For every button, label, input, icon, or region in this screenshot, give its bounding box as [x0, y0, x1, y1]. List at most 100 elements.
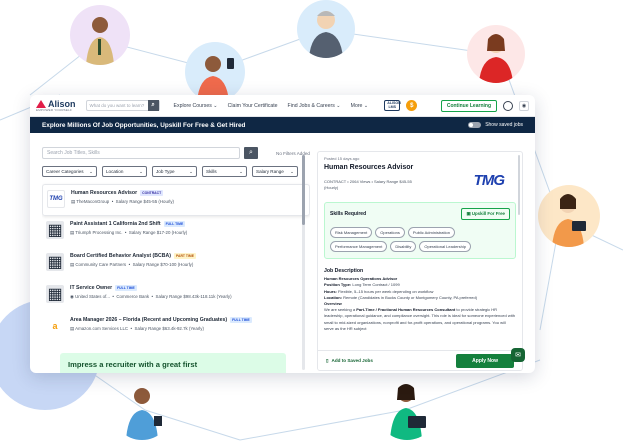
building-icon: ▦: [46, 285, 64, 303]
coin-icon[interactable]: $: [406, 100, 418, 111]
filter-label: Career Categories: [46, 169, 84, 174]
job-card-selected[interactable]: TMG Human Resources Advisor CONTRACT ▤ Th…: [42, 184, 310, 216]
filter-career-categories[interactable]: Career Categories ⌄: [42, 166, 97, 177]
continue-learning-button[interactable]: Continue Learning: [440, 99, 497, 112]
building-icon: ▦: [46, 253, 64, 271]
job-title: Board Certified Behavior Analyst (BCBA): [70, 253, 171, 259]
jd-overview-bold: Part-Time / Fractional Human Resources C…: [356, 307, 456, 313]
job-salary: Salary Range $45-55 (Hourly): [115, 199, 174, 204]
posted-date: Posted 15 days ago: [324, 156, 360, 161]
menu-claim-certificate[interactable]: Claim Your Certificate: [228, 103, 278, 109]
job-type-badge: FULL TIME: [115, 285, 137, 291]
filter-skills[interactable]: Skills ⌄: [202, 166, 247, 177]
jd-position-label: Position Type:: [324, 282, 352, 288]
building-icon: ▦: [46, 221, 64, 239]
job-salary: Salary Range $17-20 (Hourly): [128, 230, 188, 235]
tmg-logo-text: TMG: [473, 172, 505, 189]
alison-lms-button[interactable]: ALISON LMS: [384, 99, 401, 112]
apply-now-button[interactable]: Apply Now: [456, 353, 514, 368]
chat-icon[interactable]: ✉: [511, 348, 525, 362]
job-detail-panel: Posted 15 days ago Human Resources Advis…: [317, 151, 523, 371]
job-meta: ▤ Community Care Partners • Salary Range…: [70, 262, 194, 267]
job-company: Amazon.com Services LLC: [75, 326, 129, 331]
job-description: Job Description Human Resources Operatio…: [324, 268, 516, 332]
upskill-button[interactable]: ▣ Upskill For Free: [461, 208, 510, 221]
chevron-down-icon: ⌄: [189, 168, 193, 174]
skill-chip[interactable]: Operations: [375, 227, 405, 239]
search-icon[interactable]: ⌕: [147, 100, 159, 111]
recruiter-promo-banner[interactable]: Impress a recruiter with a great first: [60, 353, 286, 373]
jd-hours: Flexible, 5–15 hours per week depending …: [338, 288, 434, 294]
job-type-badge: CONTRACT: [140, 190, 164, 196]
job-title: Area Manager 2026 – Florida (Recent and …: [70, 317, 228, 323]
detail-job-title: Human Resources Advisor: [324, 164, 414, 171]
job-card[interactable]: ▦ IT Service Owner FULL TIME ◉ United Sta…: [42, 280, 310, 312]
bookmark-icon: ▯: [326, 357, 329, 363]
add-to-saved-jobs-button[interactable]: ▯ Add to Saved Jobs: [326, 358, 373, 364]
job-list-scrollbar[interactable]: [302, 155, 305, 370]
person-avatar-woman-phone: [185, 42, 245, 102]
person-avatar-older-woman: [297, 0, 355, 58]
toggle-switch[interactable]: [468, 122, 482, 128]
company-logo: TMG: [47, 190, 65, 208]
jd-location: Remote (Candidates in Bucks County or Mo…: [343, 294, 478, 300]
detail-footer: ▯ Add to Saved Jobs Apply Now: [318, 350, 522, 370]
top-navbar: Alison EMPOWER YOURSELF What do you want…: [30, 95, 535, 117]
job-meta: ▤ Triumph Processing Inc. • Salary Range…: [70, 230, 188, 235]
main-menu: Explore Courses ⌄ Claim Your Certificate…: [174, 103, 369, 109]
skill-chip[interactable]: Operational Leadership: [419, 241, 471, 253]
skills-header: Skills Required: [330, 211, 367, 218]
job-meta: ◉ United States of... • Commerce Bank • …: [70, 294, 232, 299]
job-description-heading: Job Description: [324, 268, 364, 275]
save-label: Add to Saved Jobs: [331, 358, 373, 363]
brand-tagline: EMPOWER YOURSELF: [36, 107, 72, 112]
filter-location[interactable]: Location ⌄: [102, 166, 147, 177]
skill-chip[interactable]: Performance Management: [330, 241, 388, 253]
menu-find-jobs[interactable]: Find Jobs & Careers ⌄: [288, 103, 341, 109]
filter-job-type[interactable]: Job Type ⌄: [152, 166, 197, 177]
person-avatar-woman-tablet: [538, 185, 600, 247]
alison-logo[interactable]: Alison EMPOWER YOURSELF: [36, 99, 76, 112]
job-card[interactable]: a Area Manager 2026 – Florida (Recent an…: [42, 312, 310, 344]
job-company: Community Care Partners: [75, 262, 127, 267]
saved-jobs-toggle[interactable]: Show saved jobs: [468, 122, 523, 128]
chevron-down-icon: ⌄: [89, 168, 93, 174]
job-search-row: Search Job Titles, Skills ⌕ No Filters A…: [42, 147, 310, 159]
chevron-down-icon: ⌄: [139, 168, 143, 174]
stage: Alison EMPOWER YOURSELF What do you want…: [0, 0, 623, 448]
skill-chip[interactable]: Disability: [390, 241, 417, 253]
menu-more[interactable]: More ⌄: [351, 103, 369, 109]
job-card[interactable]: ▦ Paint Assistant 1 California 2nd Shift…: [42, 216, 310, 248]
skills-chips: Risk Management Operations Public Admini…: [330, 227, 510, 253]
user-profile-icon[interactable]: [503, 100, 513, 111]
detail-scrollbar[interactable]: [517, 155, 520, 215]
job-card[interactable]: ▦ Board Certified Behavior Analyst (BCBA…: [42, 248, 310, 280]
detail-job-type: CONTRACT: [324, 179, 347, 184]
skill-chip[interactable]: Public Administration: [407, 227, 455, 239]
job-type-badge: FULL TIME: [230, 317, 252, 323]
alison-logo-icon: [36, 100, 46, 108]
language-flag-icon[interactable]: ◉: [519, 100, 529, 111]
job-location: United States of...: [75, 294, 110, 299]
job-search-placeholder: Search Job Titles, Skills: [47, 150, 100, 156]
jobs-banner: Explore Millions Of Job Opportunities, U…: [30, 117, 535, 133]
menu-explore-courses[interactable]: Explore Courses ⌄: [174, 103, 218, 109]
filter-label: Job Type: [156, 169, 175, 174]
app-window: Alison EMPOWER YOURSELF What do you want…: [30, 95, 535, 373]
job-search-button[interactable]: ⌕: [244, 147, 258, 159]
job-title: IT Service Owner: [70, 285, 113, 291]
job-salary: Salary Range $63.4k-92.7k (Yearly): [134, 326, 204, 331]
upskill-label: Upskill For Free: [471, 211, 505, 217]
job-meta: ▤ Amazon.com Services LLC • Salary Range…: [70, 326, 204, 331]
promo-text: Impress a recruiter with a great first: [68, 360, 198, 369]
jd-location-label: Location:: [324, 294, 342, 300]
job-type-badge: PART TIME: [173, 253, 197, 259]
detail-job-meta: CONTRACT • 2064 Views • Salary Range $45…: [324, 179, 412, 190]
skill-chip[interactable]: Risk Management: [330, 227, 373, 239]
jd-hours-label: Hours:: [324, 288, 337, 294]
course-search-input[interactable]: What do you want to learn? ⌕: [85, 100, 160, 111]
chevron-down-icon: ⌄: [290, 168, 294, 174]
filter-salary-range[interactable]: Salary Range ⌄: [252, 166, 298, 177]
job-search-input[interactable]: Search Job Titles, Skills: [42, 147, 240, 159]
course-search-placeholder: What do you want to learn?: [89, 103, 145, 108]
